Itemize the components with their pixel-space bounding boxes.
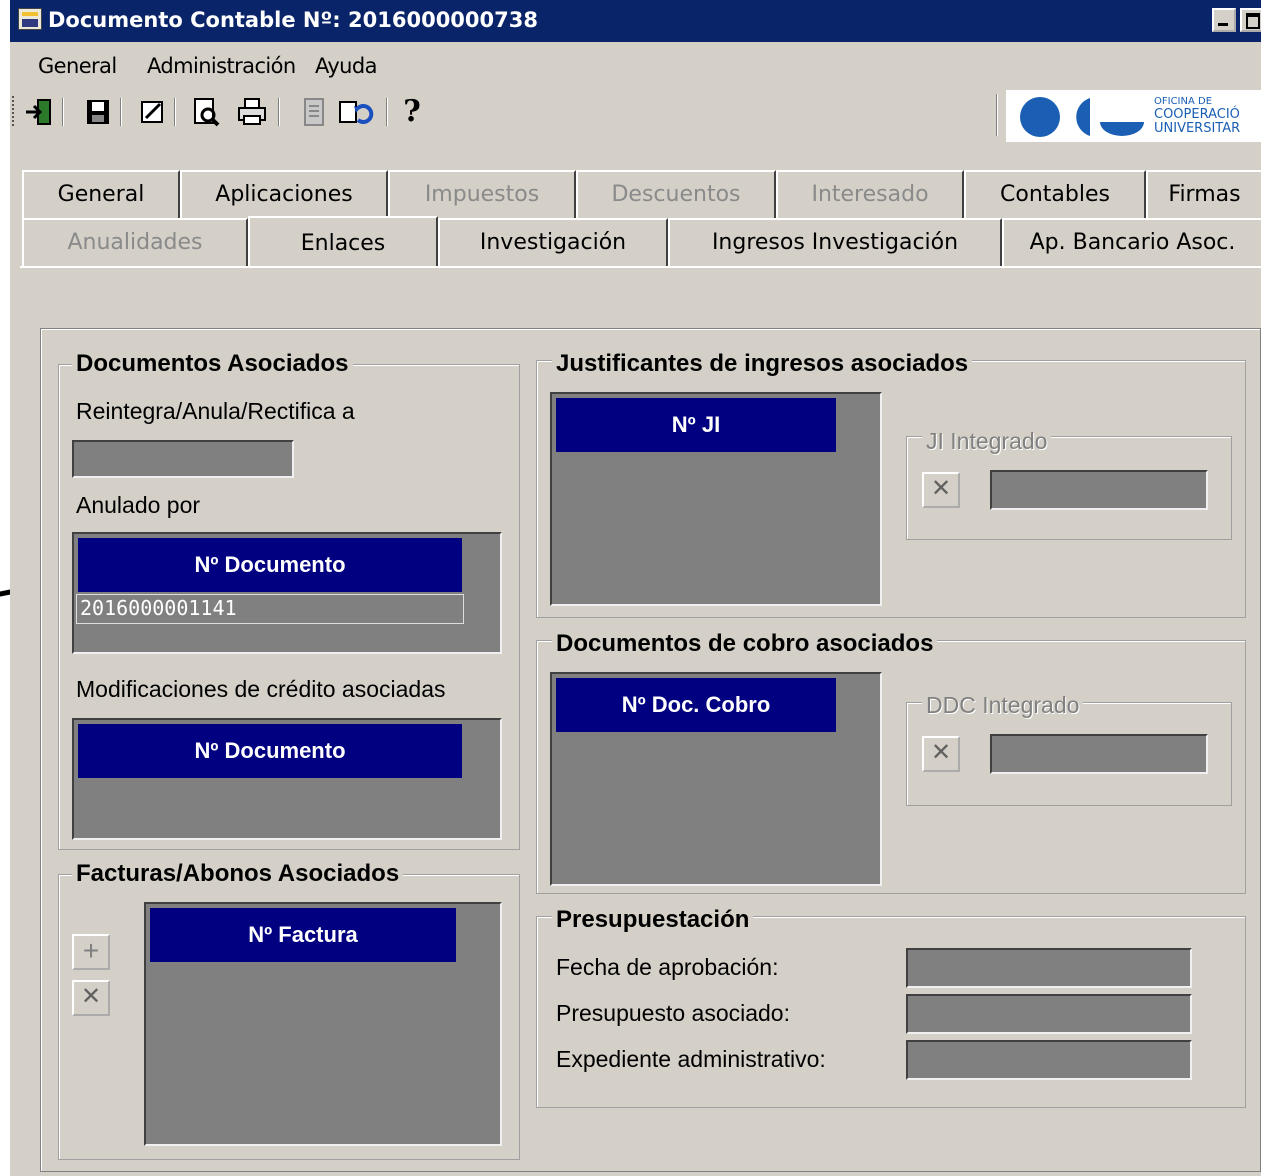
toolbar-separator: [174, 98, 176, 126]
modificaciones-label: Modificaciones de crédito asociadas: [76, 676, 446, 702]
facturas-grid[interactable]: Nº Factura: [144, 902, 502, 1146]
window-title: Documento Contable Nº: 2016000000738: [48, 8, 538, 32]
exit-icon[interactable]: [24, 96, 56, 128]
fecha-aprobacion-label: Fecha de aprobación:: [556, 954, 779, 980]
clear-ddc-button[interactable]: ✕: [922, 736, 960, 772]
tab-anualidades: Anualidades: [22, 218, 248, 266]
cobro-grid[interactable]: Nº Doc. Cobro: [550, 672, 882, 886]
documentos-asociados-title: Documentos Asociados: [72, 350, 353, 378]
tab-aplicaciones[interactable]: Aplicaciones: [180, 170, 388, 218]
edit-icon[interactable]: [136, 96, 168, 128]
presupuesto-asociado-field[interactable]: [906, 994, 1192, 1034]
fecha-aprobacion-field[interactable]: [906, 948, 1192, 988]
app-icon: [18, 8, 42, 30]
oficina-logo: OFICINA DE COOPERACIÓ UNIVERSITAR: [1006, 90, 1261, 142]
close-icon: ✕: [930, 739, 952, 766]
application-window: Documento Contable Nº: 2016000000738 Gen…: [10, 0, 1261, 1176]
menu-ayuda[interactable]: Ayuda: [315, 54, 377, 78]
document-icon[interactable]: [298, 96, 330, 128]
tab-contables[interactable]: Contables: [964, 170, 1146, 218]
logo-line3: UNIVERSITAR: [1154, 121, 1241, 136]
help-icon[interactable]: ?: [396, 96, 428, 128]
ji-grid[interactable]: Nº JI: [550, 392, 882, 606]
close-icon: ✕: [80, 983, 102, 1010]
tab-investigacion[interactable]: Investigación: [438, 218, 668, 266]
menu-bar: General Administración Ayuda: [10, 42, 1261, 90]
print-icon[interactable]: [236, 96, 268, 128]
save-icon[interactable]: [82, 96, 114, 128]
tab-ap-bancario-asoc[interactable]: Ap. Bancario Asoc.: [1002, 218, 1261, 266]
tab-descuentos: Descuentos: [576, 170, 776, 218]
menu-administracion[interactable]: Administración: [147, 54, 296, 78]
logo-line2: COOPERACIÓ: [1154, 107, 1240, 122]
preview-icon[interactable]: [190, 96, 222, 128]
ddc-integrado-field[interactable]: [990, 734, 1208, 774]
modificaciones-grid-header[interactable]: Nº Documento: [78, 724, 462, 778]
ddc-integrado-title: DDC Integrado: [922, 692, 1084, 719]
title-bar[interactable]: Documento Contable Nº: 2016000000738: [10, 0, 1261, 42]
presupuestacion-title: Presupuestación: [552, 906, 754, 934]
toolbar-separator: [278, 98, 280, 126]
tab-impuestos: Impuestos: [388, 170, 576, 218]
plus-icon: +: [82, 935, 100, 966]
reintegra-field[interactable]: [72, 440, 294, 478]
justificantes-title: Justificantes de ingresos asociados: [552, 350, 973, 378]
toolbar-separator: [120, 98, 122, 126]
presupuesto-asociado-label: Presupuesto asociado:: [556, 1000, 790, 1026]
toolbar-separator: [62, 98, 64, 126]
tab-ingresos-investigacion[interactable]: Ingresos Investigación: [668, 218, 1002, 266]
ji-grid-header[interactable]: Nº JI: [556, 398, 836, 452]
add-factura-button[interactable]: +: [72, 934, 110, 970]
ji-integrado-field[interactable]: [990, 470, 1208, 510]
cobro-grid-header[interactable]: Nº Doc. Cobro: [556, 678, 836, 732]
ji-integrado-title: JI Integrado: [922, 428, 1052, 455]
logo-line1: OFICINA DE: [1154, 96, 1213, 107]
anulado-label: Anulado por: [76, 492, 201, 518]
close-icon: ✕: [930, 475, 952, 502]
tab-enlaces[interactable]: Enlaces: [248, 216, 438, 268]
expediente-label: Expediente administrativo:: [556, 1046, 826, 1072]
remove-factura-button[interactable]: ✕: [72, 980, 110, 1016]
menu-general[interactable]: General: [38, 54, 117, 78]
modificaciones-grid[interactable]: Nº Documento: [72, 718, 502, 840]
cobro-title: Documentos de cobro asociados: [552, 630, 938, 658]
toolbar-separator: [386, 98, 388, 126]
minimize-button[interactable]: [1212, 8, 1236, 32]
maximize-button[interactable]: [1240, 8, 1261, 32]
tab-interesado: Interesado: [776, 170, 964, 218]
tab-firmas[interactable]: Firmas: [1146, 170, 1261, 218]
tab-general[interactable]: General: [22, 170, 180, 218]
anulado-grid-row[interactable]: 2016000001141: [76, 594, 464, 624]
anulado-grid[interactable]: Nº Documento 2016000001141: [72, 532, 502, 654]
facturas-title: Facturas/Abonos Asociados: [72, 860, 404, 888]
expediente-field[interactable]: [906, 1040, 1192, 1080]
toolbar-grip[interactable]: [12, 96, 16, 126]
clear-ji-button[interactable]: ✕: [922, 472, 960, 508]
toolbar-separator: [996, 94, 998, 136]
facturas-grid-header[interactable]: Nº Factura: [150, 908, 456, 962]
refresh-icon[interactable]: [338, 96, 374, 128]
reintegra-label: Reintegra/Anula/Rectifica a: [76, 398, 355, 424]
anulado-grid-header[interactable]: Nº Documento: [78, 538, 462, 592]
